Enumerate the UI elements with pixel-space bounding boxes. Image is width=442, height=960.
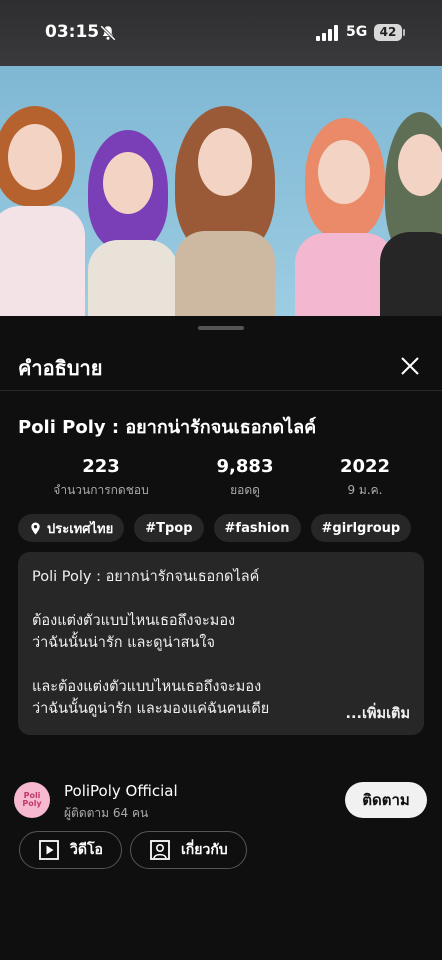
tag-tpop[interactable]: #Tpop bbox=[134, 514, 204, 542]
channel-name[interactable]: PoliPoly Official bbox=[64, 782, 178, 800]
drag-handle[interactable] bbox=[198, 326, 244, 330]
likes-stat: 223 จำนวนการกดชอบ bbox=[36, 456, 166, 500]
sheet-title: คำอธิบาย bbox=[18, 356, 103, 380]
play-box-icon bbox=[39, 840, 59, 860]
description-gap bbox=[32, 588, 410, 610]
publish-date: 9 ม.ค. bbox=[347, 483, 383, 497]
about-button[interactable]: เกี่ยวกับ bbox=[130, 831, 247, 869]
divider bbox=[0, 390, 442, 391]
views-label: ยอดดู bbox=[230, 483, 260, 497]
tag-girlgroup[interactable]: #girlgroup bbox=[310, 514, 412, 542]
description-line: ต้องแต่งตัวแบบไหนเธอถึงจะมอง bbox=[32, 613, 236, 629]
description-line: ว่าฉันนั้นน่ารัก และดูน่าสนใจ bbox=[32, 635, 215, 651]
person-box-icon bbox=[150, 840, 170, 860]
description-box[interactable]: Poli Poly : อยากน่ารักจนเธอกดไลค์ ต้องแต… bbox=[18, 552, 424, 735]
date-stat: 2022 9 ม.ค. bbox=[320, 456, 410, 500]
signal-icon bbox=[316, 25, 338, 41]
video-figure bbox=[0, 106, 90, 316]
subscribe-button[interactable]: ติดตาม bbox=[345, 782, 427, 818]
channel-avatar[interactable]: Poli Poly bbox=[14, 782, 50, 818]
video-player[interactable] bbox=[0, 66, 442, 316]
description-sheet: คำอธิบาย Poli Poly : อยากน่ารักจนเธอกดไล… bbox=[0, 316, 442, 960]
videos-button-label: วิดีโอ bbox=[70, 842, 103, 858]
tag-row: ประเทศไทย #Tpop #fashion #girlgroup bbox=[18, 514, 412, 542]
likes-count: 223 bbox=[82, 456, 120, 477]
tag-location-label: ประเทศไทย bbox=[47, 521, 114, 537]
likes-label: จำนวนการกดชอบ bbox=[53, 483, 149, 497]
video-figure bbox=[88, 130, 178, 316]
battery-tip bbox=[403, 29, 405, 36]
close-icon[interactable] bbox=[396, 352, 424, 380]
tag-fashion[interactable]: #fashion bbox=[213, 514, 301, 542]
bell-slash-icon bbox=[100, 25, 116, 41]
description-gap bbox=[32, 654, 410, 676]
videos-button[interactable]: วิดีโอ bbox=[19, 831, 122, 869]
about-button-label: เกี่ยวกับ bbox=[181, 842, 228, 858]
video-figure bbox=[170, 106, 280, 316]
description-line: Poli Poly : อยากน่ารักจนเธอกดไลค์ bbox=[32, 569, 260, 585]
battery-indicator: 42 bbox=[374, 24, 402, 41]
location-pin-icon bbox=[31, 521, 40, 535]
views-stat: 9,883 ยอดดู bbox=[190, 456, 300, 500]
views-count: 9,883 bbox=[216, 456, 274, 477]
publish-year: 2022 bbox=[339, 456, 391, 477]
tag-location[interactable]: ประเทศไทย bbox=[18, 514, 125, 542]
show-more-link[interactable]: ...เพิ่มเติม bbox=[305, 703, 424, 725]
video-figure bbox=[380, 112, 442, 316]
status-time: 03:15 bbox=[45, 22, 100, 42]
network-type: 5G bbox=[346, 24, 368, 40]
description-line: และต้องแต่งตัวแบบไหนเธอถึงจะมอง bbox=[32, 679, 262, 695]
status-bar: 03:15 5G 42 bbox=[0, 0, 442, 66]
video-title: Poli Poly : อยากน่ารักจนเธอกดไลค์ bbox=[18, 417, 317, 438]
subscriber-count: ผู้ติดตาม 64 คน bbox=[64, 806, 149, 820]
